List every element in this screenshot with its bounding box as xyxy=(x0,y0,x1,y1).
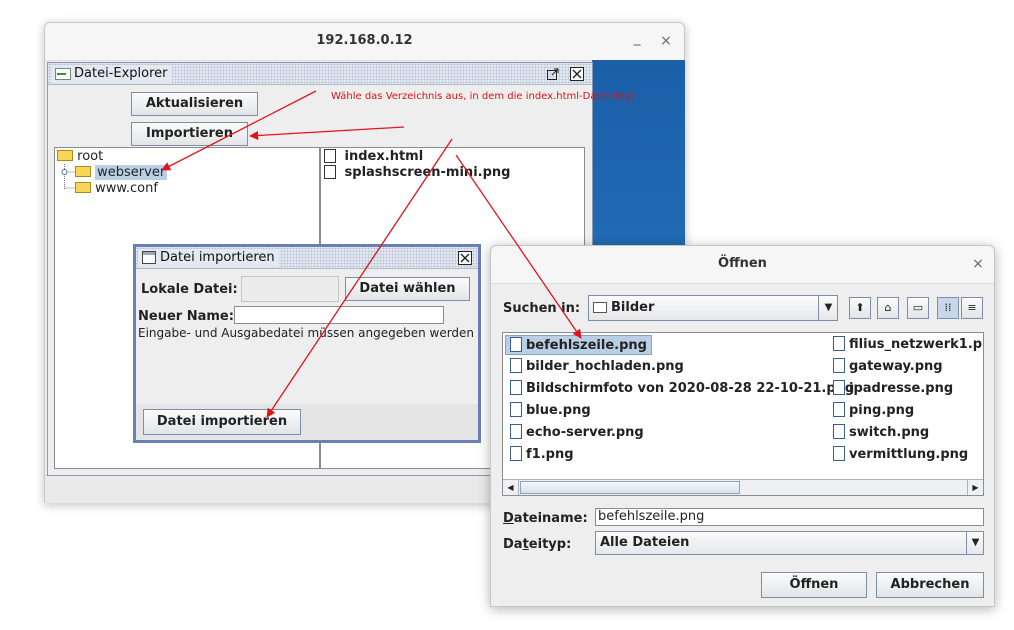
filename-input[interactable]: befehlszeile.png xyxy=(595,508,984,526)
scroll-right-icon[interactable]: ▶ xyxy=(967,480,983,495)
list-item[interactable]: ipadresse.png xyxy=(830,379,953,399)
import-file-button[interactable]: Datei importieren xyxy=(143,409,301,435)
open-close-button[interactable]: × xyxy=(969,255,987,273)
file-icon xyxy=(833,424,845,439)
filetype-label: Dateityp: xyxy=(503,537,572,552)
tree-node-webserver[interactable]: webserver xyxy=(75,165,168,181)
refresh-button[interactable]: Aktualisieren xyxy=(131,92,258,116)
file-item[interactable]: splashscreen-mini.png xyxy=(324,164,510,181)
window-icon xyxy=(142,251,156,264)
minimize-button[interactable]: _ xyxy=(628,29,646,47)
list-item[interactable]: echo-server.png xyxy=(506,423,644,443)
list-item[interactable]: f1.png xyxy=(506,445,574,465)
file-icon xyxy=(324,148,336,163)
new-name-label: Neuer Name: xyxy=(138,309,234,324)
maximize-icon[interactable] xyxy=(546,67,560,81)
file-icon xyxy=(510,380,522,395)
file-icon xyxy=(833,402,845,417)
look-in-combo[interactable]: Bilder ▼ xyxy=(588,295,838,321)
open-button[interactable]: Öffnen xyxy=(761,572,867,598)
open-titlebar[interactable]: Öffnen × xyxy=(491,246,994,284)
open-file-list[interactable]: befehlszeile.png bilder_hochladen.png Bi… xyxy=(502,332,984,496)
home-icon[interactable]: ⌂ xyxy=(877,297,899,319)
file-icon xyxy=(510,424,522,439)
import-title: Datei importieren xyxy=(138,249,279,267)
explorer-titlebar[interactable]: Datei-Explorer xyxy=(48,63,592,85)
list-view-icon[interactable]: ⁞⁞ xyxy=(937,297,959,319)
list-item[interactable]: Bildschirmfoto von 2020-08-28 22-10-21.p… xyxy=(506,379,854,399)
host-title: 192.168.0.12 xyxy=(316,33,413,48)
import-close-icon[interactable] xyxy=(458,251,472,265)
list-item[interactable]: filius_netzwerk1.png xyxy=(830,335,983,355)
file-icon xyxy=(510,402,522,417)
list-item[interactable]: switch.png xyxy=(830,423,929,443)
list-item[interactable]: vermittlung.png xyxy=(830,445,968,465)
file-icon xyxy=(510,446,522,461)
chevron-down-icon[interactable]: ▼ xyxy=(966,532,984,554)
folder-icon xyxy=(593,302,607,313)
file-icon xyxy=(833,358,845,373)
list-item[interactable]: ping.png xyxy=(830,401,914,421)
filetype-combo[interactable]: Alle Dateien ▼ xyxy=(595,531,984,555)
folder-icon xyxy=(57,150,73,161)
folder-icon xyxy=(75,182,91,193)
explorer-close-icon[interactable] xyxy=(570,67,584,81)
list-item[interactable]: gateway.png xyxy=(830,357,943,377)
import-dialog: Datei importieren Lokale Datei: Datei wä… xyxy=(133,244,481,443)
filename-label: Dateiname: xyxy=(503,511,588,526)
host-titlebar[interactable]: 192.168.0.12 _ × xyxy=(45,23,684,61)
import-titlebar[interactable]: Datei importieren xyxy=(136,247,478,269)
file-list-col2: filius_netzwerk1.png gateway.png ipadres… xyxy=(830,333,983,479)
file-icon xyxy=(833,446,845,461)
file-icon xyxy=(833,380,845,395)
chevron-down-icon[interactable]: ▼ xyxy=(818,296,838,320)
open-dialog: Öffnen × Suchen in: Bilder ▼ ⬆ ⌂ ▭ ⁞⁞ ≡ … xyxy=(490,245,995,607)
file-icon xyxy=(833,336,845,351)
open-title: Öffnen xyxy=(718,256,767,271)
file-icon xyxy=(324,164,336,179)
details-view-icon[interactable]: ≡ xyxy=(961,297,983,319)
new-name-field[interactable] xyxy=(234,306,444,324)
up-folder-icon[interactable]: ⬆ xyxy=(849,297,871,319)
cancel-button[interactable]: Abbrechen xyxy=(876,572,984,598)
list-item[interactable]: blue.png xyxy=(506,401,591,421)
scrollbar-thumb[interactable] xyxy=(520,481,740,494)
choose-file-button[interactable]: Datei wählen xyxy=(345,277,470,301)
explorer-window-icon xyxy=(55,68,71,80)
new-folder-icon[interactable]: ▭ xyxy=(907,297,929,319)
folder-icon xyxy=(75,166,91,177)
file-item[interactable]: index.html xyxy=(324,148,423,165)
tree-node-root[interactable]: root xyxy=(57,149,103,165)
annotation-text: Wähle das Verzeichnis aus, in dem die in… xyxy=(331,91,635,102)
local-file-label: Lokale Datei: xyxy=(141,282,238,297)
list-item[interactable]: bilder_hochladen.png xyxy=(506,357,684,377)
scroll-left-icon[interactable]: ◀ xyxy=(503,480,519,495)
file-icon xyxy=(510,337,522,352)
file-icon xyxy=(510,358,522,373)
tree-node-www-conf[interactable]: www.conf xyxy=(75,181,158,197)
list-item-selected[interactable]: befehlszeile.png xyxy=(505,335,652,355)
import-button[interactable]: Importieren xyxy=(131,122,248,146)
validation-message: Eingabe- und Ausgabedatei müssen angegeb… xyxy=(138,326,475,340)
look-in-label: Suchen in: xyxy=(503,301,581,316)
local-file-field[interactable] xyxy=(241,276,339,302)
horizontal-scrollbar[interactable]: ◀ ▶ xyxy=(503,479,983,495)
close-button[interactable]: × xyxy=(657,32,675,50)
